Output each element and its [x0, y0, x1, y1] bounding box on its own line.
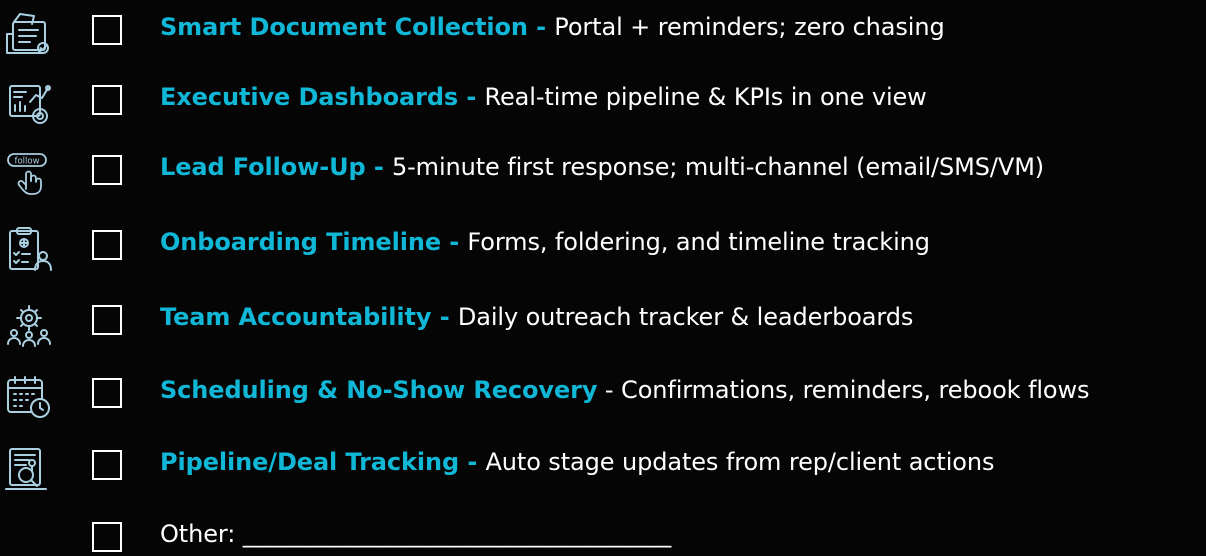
team-gear-icon — [2, 300, 56, 348]
item-description: Forms, foldering, and timeline tracking — [467, 228, 930, 256]
item-description: Portal + reminders; zero chasing — [554, 13, 945, 41]
checklist-item-onboarding-timeline: Onboarding Timeline - Forms, foldering, … — [0, 217, 1206, 277]
item-description: Real-time pipeline & KPIs in one view — [484, 83, 927, 111]
checkbox-scheduling-no-show-recovery[interactable] — [92, 378, 122, 408]
checklist-item-lead-follow-up: follow Lead Follow-Up - 5-minute first r… — [0, 142, 1206, 202]
item-separator: - — [431, 303, 458, 331]
item-label: Lead Follow-Up — [160, 153, 366, 181]
checklist-item-other: Other: _________________________________… — [0, 509, 1206, 556]
checkbox-team-accountability[interactable] — [92, 305, 122, 335]
onboarding-clipboard-icon — [2, 225, 56, 273]
item-label: Team Accountability — [160, 303, 432, 331]
item-label: Pipeline/Deal Tracking — [160, 448, 460, 476]
checklist-item-smart-document-collection: Smart Document Collection - Portal + rem… — [0, 2, 1206, 62]
checkbox-pipeline-deal-tracking[interactable] — [92, 450, 122, 480]
item-label: Executive Dashboards — [160, 83, 459, 111]
item-label: Onboarding Timeline — [160, 228, 442, 256]
checklist-item-pipeline-deal-tracking: Pipeline/Deal Tracking - Auto stage upda… — [0, 437, 1206, 497]
item-separator: - — [459, 448, 486, 476]
item-text: Onboarding Timeline - Forms, foldering, … — [160, 227, 930, 257]
feature-checklist: Smart Document Collection - Portal + rem… — [0, 0, 1206, 556]
item-description: Confirmations, reminders, rebook flows — [621, 376, 1090, 404]
checkbox-executive-dashboards[interactable] — [92, 85, 122, 115]
item-label: Scheduling & No-Show Recovery — [160, 376, 598, 404]
item-text: Pipeline/Deal Tracking - Auto stage upda… — [160, 447, 994, 477]
item-description: 5-minute first response; multi-channel (… — [391, 153, 1045, 181]
item-text: Executive Dashboards - Real-time pipelin… — [160, 82, 927, 112]
dashboard-analytics-icon — [2, 80, 56, 128]
follow-click-icon: follow — [2, 150, 56, 198]
item-text: Team Accountability - Daily outreach tra… — [160, 302, 913, 332]
checkbox-onboarding-timeline[interactable] — [92, 230, 122, 260]
checkbox-smart-document-collection[interactable] — [92, 15, 122, 45]
item-description: Auto stage updates from rep/client actio… — [485, 448, 995, 476]
other-text: Other: _________________________________… — [160, 520, 672, 548]
checklist-item-executive-dashboards: Executive Dashboards - Real-time pipelin… — [0, 72, 1206, 132]
item-separator: - — [527, 13, 555, 41]
item-separator: - — [365, 153, 392, 181]
follow-icon-text: follow — [14, 157, 39, 167]
item-separator: - — [458, 83, 485, 111]
item-label: Smart Document Collection — [160, 13, 528, 41]
item-description: Daily outreach tracker & leaderboards — [457, 303, 914, 331]
item-text: Smart Document Collection - Portal + rem… — [160, 12, 945, 42]
checkbox-lead-follow-up[interactable] — [92, 155, 122, 185]
document-collection-icon — [2, 10, 56, 58]
item-separator: - — [441, 228, 468, 256]
pipeline-search-icon — [2, 445, 56, 493]
calendar-clock-icon — [2, 373, 56, 421]
item-text: Scheduling & No-Show Recovery - Confirma… — [160, 375, 1090, 405]
checklist-item-scheduling-no-show-recovery: Scheduling & No-Show Recovery - Confirma… — [0, 365, 1206, 425]
item-text: Lead Follow-Up - 5-minute first response… — [160, 152, 1044, 182]
checklist-item-team-accountability: Team Accountability - Daily outreach tra… — [0, 292, 1206, 352]
item-separator: - — [597, 376, 622, 404]
checkbox-other[interactable] — [92, 522, 122, 552]
